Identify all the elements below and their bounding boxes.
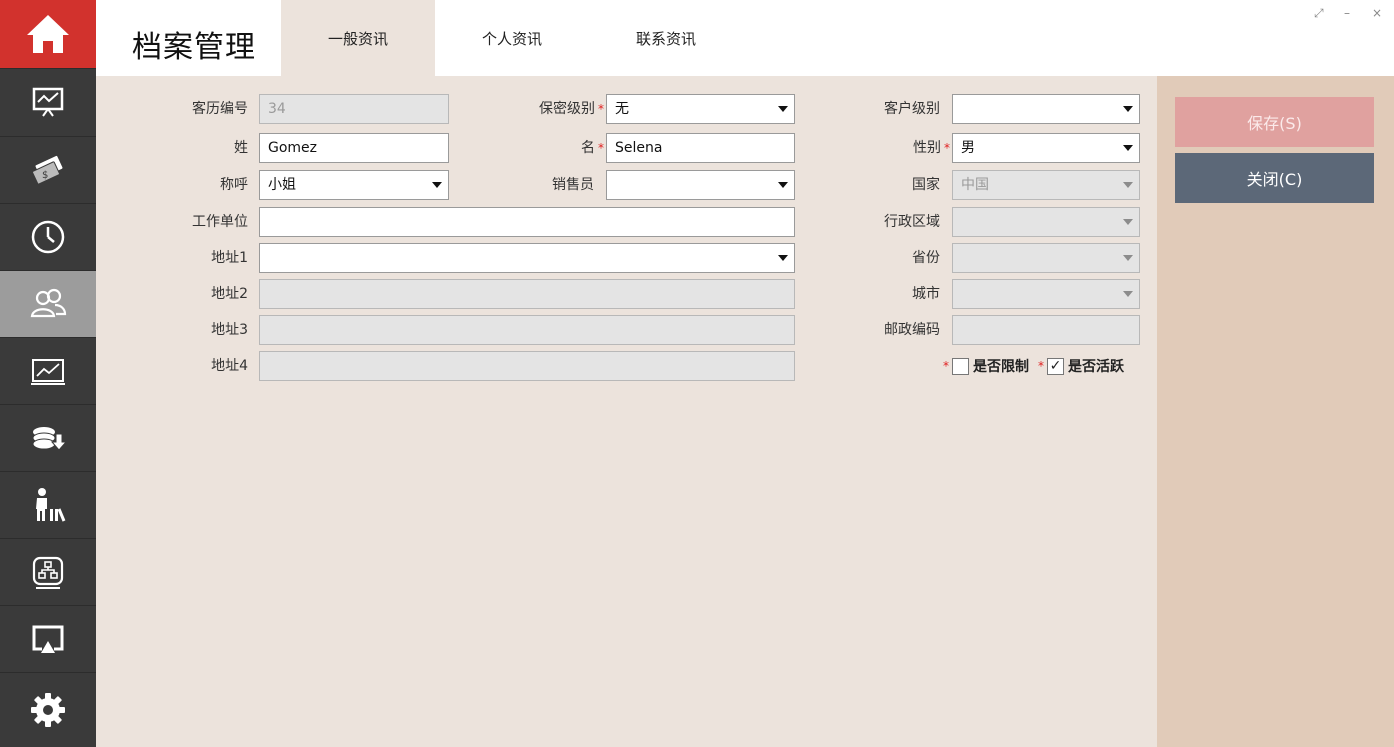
address1-label: 地址1 (211, 250, 248, 266)
chevron-down-icon (778, 106, 788, 112)
chevron-down-icon (432, 182, 442, 188)
presentation-chart-icon (32, 87, 64, 117)
address1-select[interactable] (259, 243, 795, 273)
chevron-down-icon (1123, 182, 1133, 188)
users-icon (30, 288, 67, 318)
salesperson-label: 销售员 (552, 177, 594, 193)
salutation-select[interactable]: 小姐 (259, 170, 449, 200)
save-button[interactable]: 保存(S) (1175, 97, 1374, 147)
last-name-label: 姓 (234, 140, 248, 156)
chevron-down-icon (1123, 255, 1133, 261)
chevron-down-icon (778, 255, 788, 261)
address4-label: 地址4 (211, 358, 248, 374)
region-select (952, 207, 1140, 237)
tab-contact[interactable]: 联系资讯 (589, 0, 743, 76)
action-panel: 保存(S) 关闭(C) (1157, 76, 1394, 747)
restricted-label: 是否限制 (973, 359, 1029, 375)
required-mark: * (943, 359, 949, 373)
restore-window-button[interactable]: ⤢ (1314, 6, 1324, 21)
chevron-down-icon (1123, 106, 1133, 112)
home-icon (27, 15, 69, 53)
sidebar-item-profiles[interactable] (0, 270, 96, 337)
gender-select[interactable]: 男 (952, 133, 1140, 163)
last-name-field[interactable]: Gomez (259, 133, 449, 163)
address4-field (259, 351, 795, 381)
home-button[interactable] (0, 0, 96, 68)
customer-id-label: 客历编号 (192, 101, 248, 117)
tab-personal[interactable]: 个人资讯 (435, 0, 589, 76)
sidebar-item-presentation[interactable] (0, 68, 96, 135)
gender-label: 性别 * (913, 140, 950, 156)
status-checkboxes: * 是否限制 * ✓ 是否活跃 (940, 354, 1130, 378)
salesperson-select[interactable] (606, 170, 795, 200)
page-title: 档案管理 (132, 30, 256, 65)
security-level-select[interactable]: 无 (606, 94, 795, 124)
required-mark: * (1038, 359, 1044, 373)
coins-download-icon (32, 427, 68, 451)
customer-level-label: 客户级别 (884, 101, 940, 117)
first-name-label: 名 * (581, 140, 604, 156)
active-checkbox[interactable]: ✓ (1047, 357, 1064, 375)
city-select (952, 279, 1140, 309)
address2-field (259, 279, 795, 309)
sidebar-item-settings[interactable] (0, 672, 96, 747)
company-field[interactable] (259, 207, 795, 237)
country-select: 中国 (952, 170, 1140, 200)
first-name-field[interactable]: Selena (606, 133, 795, 163)
close-window-button[interactable]: × (1372, 6, 1382, 20)
sidebar-item-guests[interactable] (0, 471, 96, 538)
close-button[interactable]: 关闭(C) (1175, 153, 1374, 203)
active-label: 是否活跃 (1068, 359, 1124, 375)
chevron-down-icon (1123, 145, 1133, 151)
city-label: 城市 (912, 286, 940, 302)
country-label: 国家 (912, 177, 940, 193)
svg-text:$: $ (42, 170, 48, 181)
chevron-down-icon (1123, 291, 1133, 297)
header-bar: 档案管理 一般资讯 个人资讯 联系资讯 ⤢ – × (96, 0, 1394, 76)
restricted-checkbox[interactable] (952, 357, 969, 375)
line-chart-icon (31, 359, 65, 385)
postal-code-field (952, 315, 1140, 345)
network-box-icon (32, 556, 64, 589)
minimize-window-button[interactable]: – (1344, 6, 1350, 20)
address3-field (259, 315, 795, 345)
address2-label: 地址2 (211, 286, 248, 302)
sidebar-item-finance[interactable]: $ (0, 136, 96, 203)
province-select (952, 243, 1140, 273)
sidebar-item-deposits[interactable] (0, 404, 96, 471)
sidebar-item-reports[interactable] (0, 337, 96, 404)
traveler-icon (36, 488, 66, 522)
security-level-label: 保密级别 * (539, 101, 604, 117)
sidebar-item-history[interactable] (0, 203, 96, 270)
province-label: 省份 (912, 250, 940, 266)
chevron-down-icon (778, 182, 788, 188)
customer-level-select[interactable] (952, 94, 1140, 124)
sidebar-item-organization[interactable] (0, 538, 96, 605)
address3-label: 地址3 (211, 322, 248, 338)
money-icon: $ (31, 155, 63, 185)
sidebar-item-display[interactable] (0, 605, 96, 672)
company-label: 工作单位 (192, 214, 248, 230)
salutation-label: 称呼 (220, 177, 248, 193)
postal-code-label: 邮政编码 (884, 322, 940, 338)
region-label: 行政区域 (884, 214, 940, 230)
tab-general[interactable]: 一般资讯 (281, 0, 435, 76)
chevron-down-icon (1123, 219, 1133, 225)
airplay-icon (32, 625, 64, 653)
sidebar: $ (0, 0, 96, 747)
gear-icon (31, 693, 65, 727)
customer-id-field: 34 (259, 94, 449, 124)
clock-icon (31, 220, 65, 254)
